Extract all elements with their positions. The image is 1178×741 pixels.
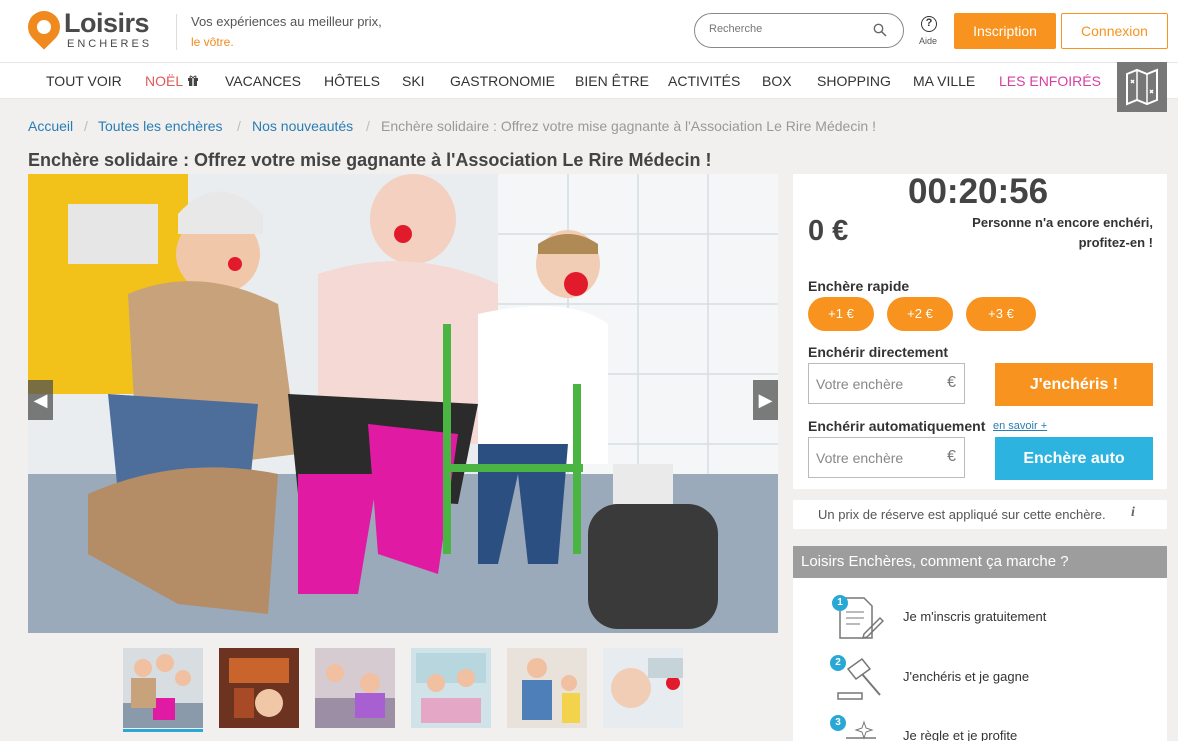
photo-thumbnail[interactable] xyxy=(411,648,491,728)
breadcrumb-home[interactable]: Accueil xyxy=(28,118,73,134)
breadcrumb-current: Enchère solidaire : Offrez votre mise ga… xyxy=(381,118,876,134)
nav-item-hotels[interactable]: HÔTELS xyxy=(324,73,380,89)
no-bid-message-line1: Personne n'a encore enchéri, xyxy=(972,215,1153,230)
auto-bid-label: Enchérir automatiquement xyxy=(808,418,986,434)
photo-thumbnail[interactable] xyxy=(315,648,395,728)
nav-item-label: NOËL xyxy=(145,73,183,89)
euro-icon: € xyxy=(947,374,956,391)
nav-item-tout-voir[interactable]: TOUT VOIR xyxy=(46,73,122,89)
logo-subtitle[interactable]: ENCHERES xyxy=(67,38,152,50)
photo-thumbnail[interactable] xyxy=(507,648,587,728)
how-it-works-title: Loisirs Enchères, comment ça marche ? xyxy=(801,553,1069,570)
logo-name[interactable]: Loisirs xyxy=(64,8,150,39)
direct-bid-input[interactable] xyxy=(816,376,936,392)
prev-photo-icon[interactable]: ◀ xyxy=(28,380,53,420)
signup-button[interactable]: Inscription xyxy=(954,13,1056,49)
page-title: Enchère solidaire : Offrez votre mise ga… xyxy=(28,150,712,170)
learn-more-link[interactable]: en savoir + xyxy=(993,420,1047,432)
nav-item-noel[interactable]: NOËL xyxy=(145,73,199,89)
site-header: Loisirs ENCHERES Vos expériences au meil… xyxy=(0,0,1178,62)
step-text: Je règle et je profite xyxy=(903,728,1018,741)
bid-button[interactable]: J'enchéris ! xyxy=(995,363,1153,406)
login-button[interactable]: Connexion xyxy=(1061,13,1168,49)
gift-icon xyxy=(187,75,198,86)
next-photo-icon[interactable]: ▶ xyxy=(753,380,778,420)
main-nav: TOUT VOIR NOËL VACANCES HÔTELS SKI GASTR… xyxy=(0,62,1178,99)
header-divider xyxy=(176,14,177,50)
quick-bid-plus1-button[interactable]: +1 € xyxy=(808,297,874,331)
countdown-timer: 00:20:56 xyxy=(908,172,1049,211)
nav-item-bien-etre[interactable]: BIEN ÊTRE xyxy=(575,73,649,89)
main-photo[interactable]: ◀ ▶ xyxy=(28,174,778,633)
help-label[interactable]: Aide xyxy=(919,36,937,46)
quick-bid-label: Enchère rapide xyxy=(808,278,910,294)
euro-icon: € xyxy=(947,448,956,465)
quick-bid-plus3-button[interactable]: +3 € xyxy=(966,297,1036,331)
info-icon[interactable]: i xyxy=(1131,505,1135,521)
nav-item-les-enfoires[interactable]: LES ENFOIRÉS xyxy=(999,73,1101,89)
auto-bid-input[interactable] xyxy=(816,450,936,466)
help-icon[interactable]: ? xyxy=(921,16,937,32)
step-text: Je m'inscris gratuitement xyxy=(903,609,1047,624)
map-icon[interactable] xyxy=(1117,62,1167,112)
nav-item-vacances[interactable]: VACANCES xyxy=(225,73,301,89)
search-box[interactable] xyxy=(694,13,904,48)
nav-item-box[interactable]: BOX xyxy=(762,73,792,89)
direct-bid-field[interactable]: € xyxy=(808,363,965,404)
breadcrumb-new[interactable]: Nos nouveautés xyxy=(252,118,353,134)
logo-pin-icon[interactable] xyxy=(21,4,67,50)
step-number: 1 xyxy=(832,595,848,611)
tagline-line1: Vos expériences au meilleur prix, xyxy=(191,14,382,29)
thumbnail-selected-indicator xyxy=(123,729,203,732)
current-price: 0 € xyxy=(808,215,849,247)
step-number: 2 xyxy=(830,655,846,671)
nav-item-ma-ville[interactable]: MA VILLE xyxy=(913,73,975,89)
nav-item-ski[interactable]: SKI xyxy=(402,73,425,89)
breadcrumb-separator: / xyxy=(84,118,88,134)
tagline-line2: le vôtre. xyxy=(191,35,234,49)
nav-item-activites[interactable]: ACTIVITÉS xyxy=(668,73,740,89)
search-input[interactable] xyxy=(709,23,859,35)
no-bid-message-line2: profitez-en ! xyxy=(1078,235,1153,250)
photo-thumbnail[interactable] xyxy=(219,648,299,728)
photo-thumbnail[interactable] xyxy=(603,648,683,728)
direct-bid-label: Enchérir directement xyxy=(808,344,949,360)
auto-bid-button[interactable]: Enchère auto xyxy=(995,437,1153,480)
breadcrumb-all-auctions[interactable]: Toutes les enchères xyxy=(98,118,223,134)
search-icon[interactable] xyxy=(873,23,887,37)
nav-item-gastronomie[interactable]: GASTRONOMIE xyxy=(450,73,555,89)
photo-thumbnail[interactable] xyxy=(123,648,203,728)
quick-bid-plus2-button[interactable]: +2 € xyxy=(887,297,953,331)
nav-item-shopping[interactable]: SHOPPING xyxy=(817,73,891,89)
breadcrumb-separator: / xyxy=(366,118,370,134)
breadcrumb-separator: / xyxy=(237,118,241,134)
step-text: J'enchéris et je gagne xyxy=(903,669,1030,684)
reserve-notice-text: Un prix de réserve est appliqué sur cett… xyxy=(818,507,1106,522)
auto-bid-field[interactable]: € xyxy=(808,437,965,478)
step-number: 3 xyxy=(830,715,846,731)
